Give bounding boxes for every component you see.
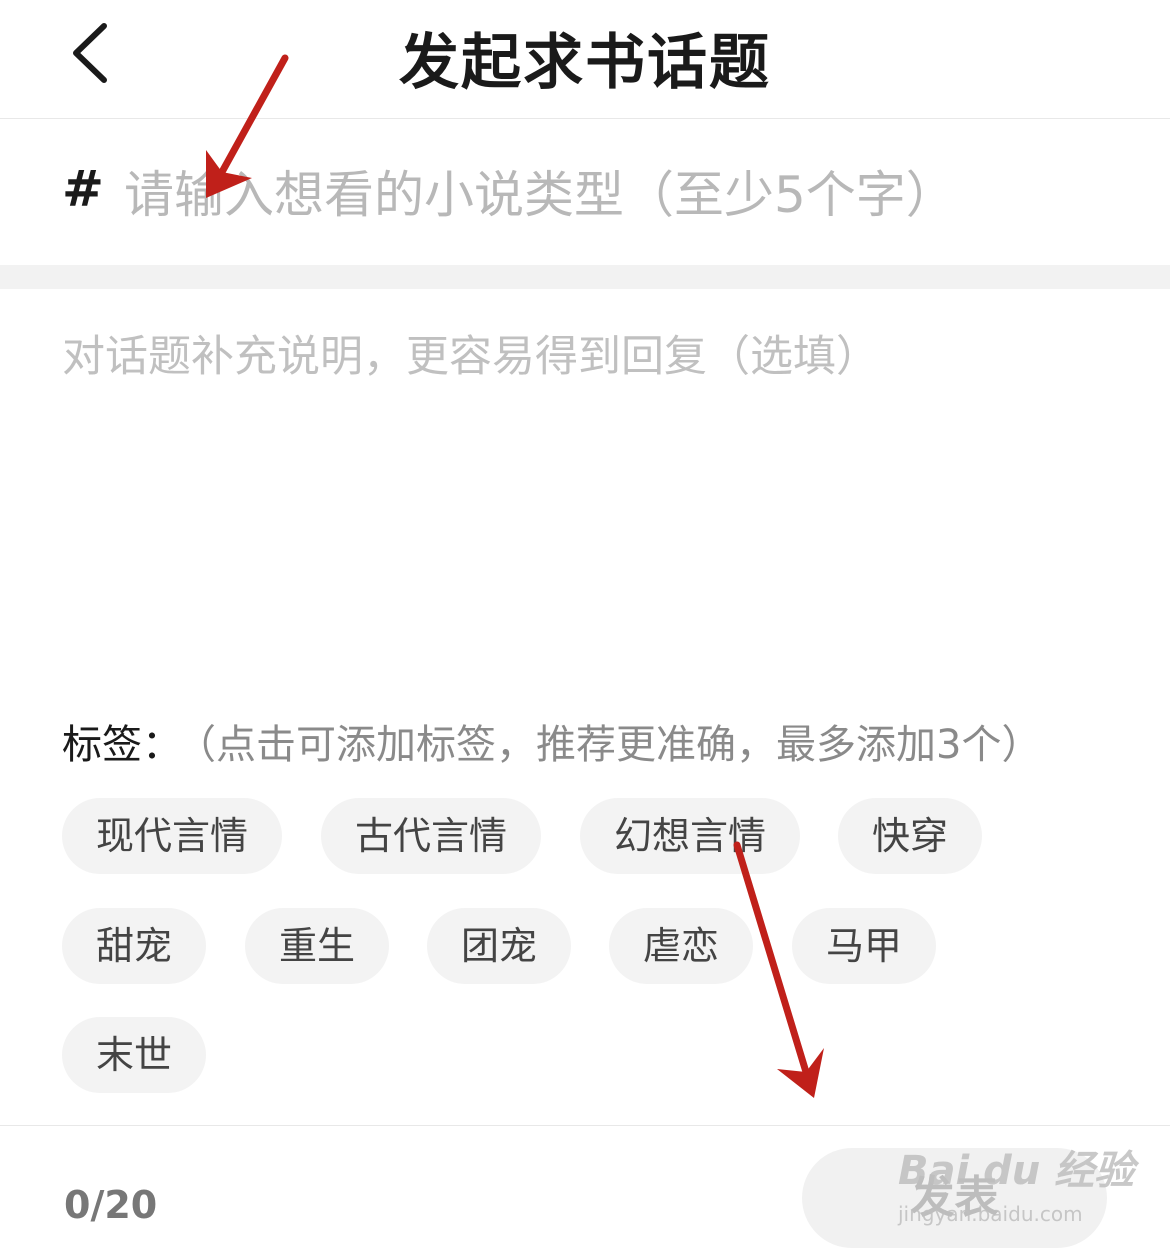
tag-chip[interactable]: 虐恋 bbox=[609, 908, 753, 984]
tags-label: 标签： bbox=[62, 722, 182, 768]
tag-chip[interactable]: 幻想言情 bbox=[580, 798, 800, 874]
tag-chip[interactable]: 末世 bbox=[62, 1017, 206, 1093]
tags-label-row: 标签： （点击可添加标签，推荐更准确，最多添加3个） bbox=[62, 712, 1041, 770]
tag-chip[interactable]: 重生 bbox=[245, 908, 389, 984]
character-counter: 0/20 bbox=[64, 1183, 158, 1227]
header-bar: 发起求书话题 bbox=[0, 0, 1170, 119]
publish-button[interactable]: 发表 bbox=[802, 1148, 1107, 1248]
tag-chip[interactable]: 古代言情 bbox=[321, 798, 541, 874]
topic-input[interactable] bbox=[124, 150, 1134, 240]
description-textarea[interactable] bbox=[62, 325, 1122, 655]
tag-chip[interactable]: 团宠 bbox=[427, 908, 571, 984]
tag-chip[interactable]: 甜宠 bbox=[62, 908, 206, 984]
hash-icon: # bbox=[62, 160, 104, 218]
tag-chip[interactable]: 马甲 bbox=[792, 908, 936, 984]
tags-hint: （点击可添加标签，推荐更准确，最多添加3个） bbox=[196, 722, 1042, 768]
tag-chip[interactable]: 现代言情 bbox=[62, 798, 282, 874]
page-title: 发起求书话题 bbox=[399, 28, 771, 98]
tag-chip[interactable]: 快穿 bbox=[838, 798, 982, 874]
section-divider bbox=[0, 265, 1170, 289]
